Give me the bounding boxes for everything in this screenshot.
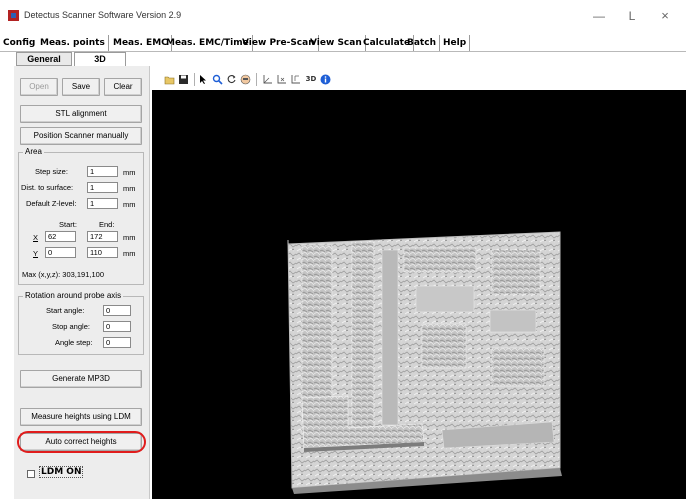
stl-alignment-button[interactable]: STL alignment xyxy=(20,105,142,123)
x-end-field[interactable]: 172 xyxy=(87,231,118,242)
tab-config[interactable]: Config xyxy=(0,35,40,51)
y-end-field[interactable]: 110 xyxy=(87,247,118,258)
angle-step-field[interactable]: 0 xyxy=(103,337,131,348)
rotation-group-title: Rotation around probe axis xyxy=(23,291,124,300)
unit-label: mm xyxy=(123,200,136,209)
area-group-title: Area xyxy=(23,147,44,156)
close-button[interactable]: × xyxy=(650,6,680,26)
subtab-3d[interactable]: 3D xyxy=(74,52,126,66)
open-button[interactable]: Open xyxy=(20,78,58,96)
window-title: Detectus Scanner Software Version 2.9 xyxy=(24,10,182,20)
tab-help[interactable]: Help xyxy=(440,35,471,51)
pan-icon[interactable] xyxy=(240,74,251,85)
axis-yz-icon[interactable] xyxy=(290,74,301,85)
generate-mp3d-button[interactable]: Generate MP3D xyxy=(20,370,142,388)
y-start-field[interactable]: 0 xyxy=(45,247,76,258)
start-angle-label: Start angle: xyxy=(46,306,85,315)
save-button[interactable]: Save xyxy=(62,78,100,96)
area-group: Area Step size: 1 mm Dist. to surface: 1… xyxy=(18,147,144,285)
tab-view-scan[interactable]: View Scan xyxy=(307,35,366,51)
maximize-button[interactable]: L xyxy=(617,6,647,26)
unit-label: mm xyxy=(123,168,136,177)
z-level-field[interactable]: 1 xyxy=(87,198,118,209)
minimize-button[interactable]: — xyxy=(584,6,614,26)
end-label: End: xyxy=(99,220,115,229)
start-angle-field[interactable]: 0 xyxy=(103,305,131,316)
view-3d-icon[interactable]: 3D xyxy=(304,74,318,85)
max-xyz-text: Max (x,y,z): 303,191,100 xyxy=(22,270,104,279)
tab-meas-points[interactable]: Meas. points xyxy=(37,35,109,51)
zoom-icon[interactable] xyxy=(212,74,223,85)
3d-surface-render xyxy=(287,231,562,494)
axis-xy-icon[interactable] xyxy=(262,74,273,85)
pointer-icon[interactable] xyxy=(198,74,209,85)
unit-label: mm xyxy=(123,184,136,193)
info-icon[interactable] xyxy=(320,74,331,85)
unit-label: mm xyxy=(123,249,136,258)
rotate-icon[interactable] xyxy=(226,74,237,85)
angle-step-label: Angle step: xyxy=(55,338,93,347)
clear-button[interactable]: Clear xyxy=(104,78,142,96)
y-axis-label: Y xyxy=(33,249,39,258)
3d-viewport[interactable] xyxy=(152,90,686,499)
unit-label: mm xyxy=(123,233,136,242)
view-toolbar: 3D xyxy=(152,70,686,88)
subtab-general[interactable]: General xyxy=(16,52,72,66)
dist-surface-label: Dist. to surface: xyxy=(21,183,74,192)
position-scanner-button[interactable]: Position Scanner manually xyxy=(20,127,142,145)
step-size-label: Step size: xyxy=(35,167,68,176)
step-size-field[interactable]: 1 xyxy=(87,166,118,177)
measure-heights-ldm-button[interactable]: Measure heights using LDM xyxy=(20,408,142,426)
open-file-icon[interactable] xyxy=(164,74,175,85)
rotation-group: Rotation around probe axis Start angle: … xyxy=(18,291,144,355)
dist-surface-field[interactable]: 1 xyxy=(87,182,118,193)
tab-batch[interactable]: Batch xyxy=(404,35,440,51)
title-bar: Detectus Scanner Software Version 2.9 — … xyxy=(0,0,686,32)
highlight-annotation xyxy=(17,431,146,453)
stop-angle-field[interactable]: 0 xyxy=(103,321,131,332)
x-start-field[interactable]: 62 xyxy=(45,231,76,242)
stop-angle-label: Stop angle: xyxy=(52,322,90,331)
ldm-on-label[interactable]: LDM ON xyxy=(39,466,84,478)
main-tab-bar: Config Meas. points Meas. EMC Meas. EMC/… xyxy=(0,32,686,52)
app-logo-icon xyxy=(8,10,19,21)
start-label: Start: xyxy=(59,220,77,229)
z-level-label: Default Z-level: xyxy=(26,199,77,208)
axis-xz-icon[interactable] xyxy=(276,74,287,85)
save-icon[interactable] xyxy=(178,74,189,85)
x-axis-label: X xyxy=(33,233,39,242)
ldm-on-checkbox[interactable] xyxy=(27,470,35,478)
subtab-bar: General 3D xyxy=(0,52,150,66)
